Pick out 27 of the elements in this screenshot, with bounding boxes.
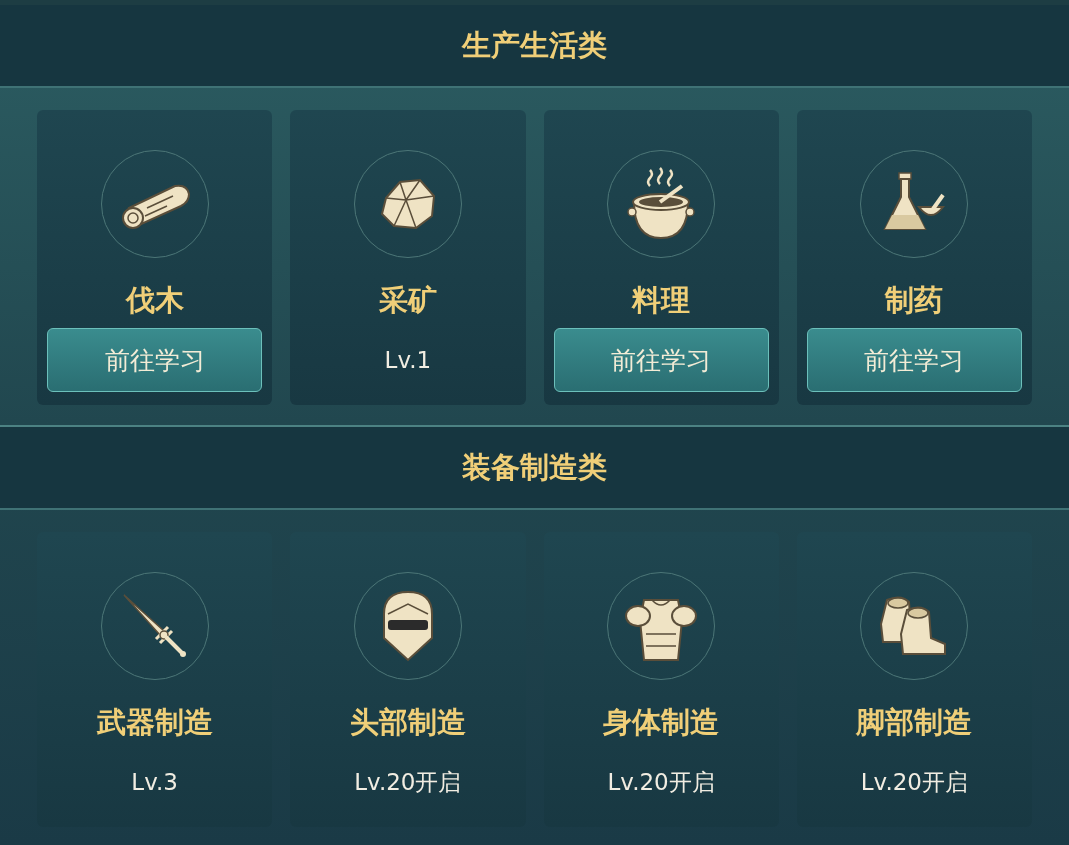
learn-button[interactable]: 前往学习 xyxy=(806,328,1022,392)
level-text: Lv.20开启 xyxy=(354,767,462,797)
level-text: Lv.20开启 xyxy=(860,767,968,797)
learn-button[interactable]: 前往学习 xyxy=(47,328,263,392)
skill-name: 武器制造 xyxy=(96,704,213,741)
skill-name: 头部制造 xyxy=(349,704,466,741)
skill-name: 伐木 xyxy=(125,282,184,319)
skill-card[interactable]: 采矿 Lv.1 xyxy=(290,110,526,405)
skill-card[interactable]: 料理 前往学习 xyxy=(543,110,779,405)
skill-name: 料理 xyxy=(632,282,691,319)
skill-name: 制药 xyxy=(885,282,944,319)
level-text: Lv.1 xyxy=(384,345,432,375)
level-text: Lv.3 xyxy=(131,767,178,797)
skill-card[interactable]: 伐木 前往学习 xyxy=(37,110,273,405)
section-title: 装备制造类 xyxy=(462,448,607,486)
section-title: 生产生活类 xyxy=(462,26,607,64)
skill-card[interactable]: 脚部制造 Lv.20开启 xyxy=(796,532,1032,827)
skill-name: 身体制造 xyxy=(603,704,720,741)
skill-card[interactable]: 身体制造 Lv.20开启 xyxy=(543,532,779,827)
skill-name: 采矿 xyxy=(378,282,437,319)
learn-button[interactable]: 前往学习 xyxy=(553,328,769,392)
skill-card[interactable]: 武器制造 Lv.3 xyxy=(37,532,273,827)
level-text: Lv.20开启 xyxy=(607,767,715,797)
skill-card[interactable]: 头部制造 Lv.20开启 xyxy=(290,532,526,827)
pot-icon xyxy=(626,166,697,242)
skill-card[interactable]: 制药 前往学习 xyxy=(796,110,1032,405)
skill-name: 脚部制造 xyxy=(856,704,973,741)
